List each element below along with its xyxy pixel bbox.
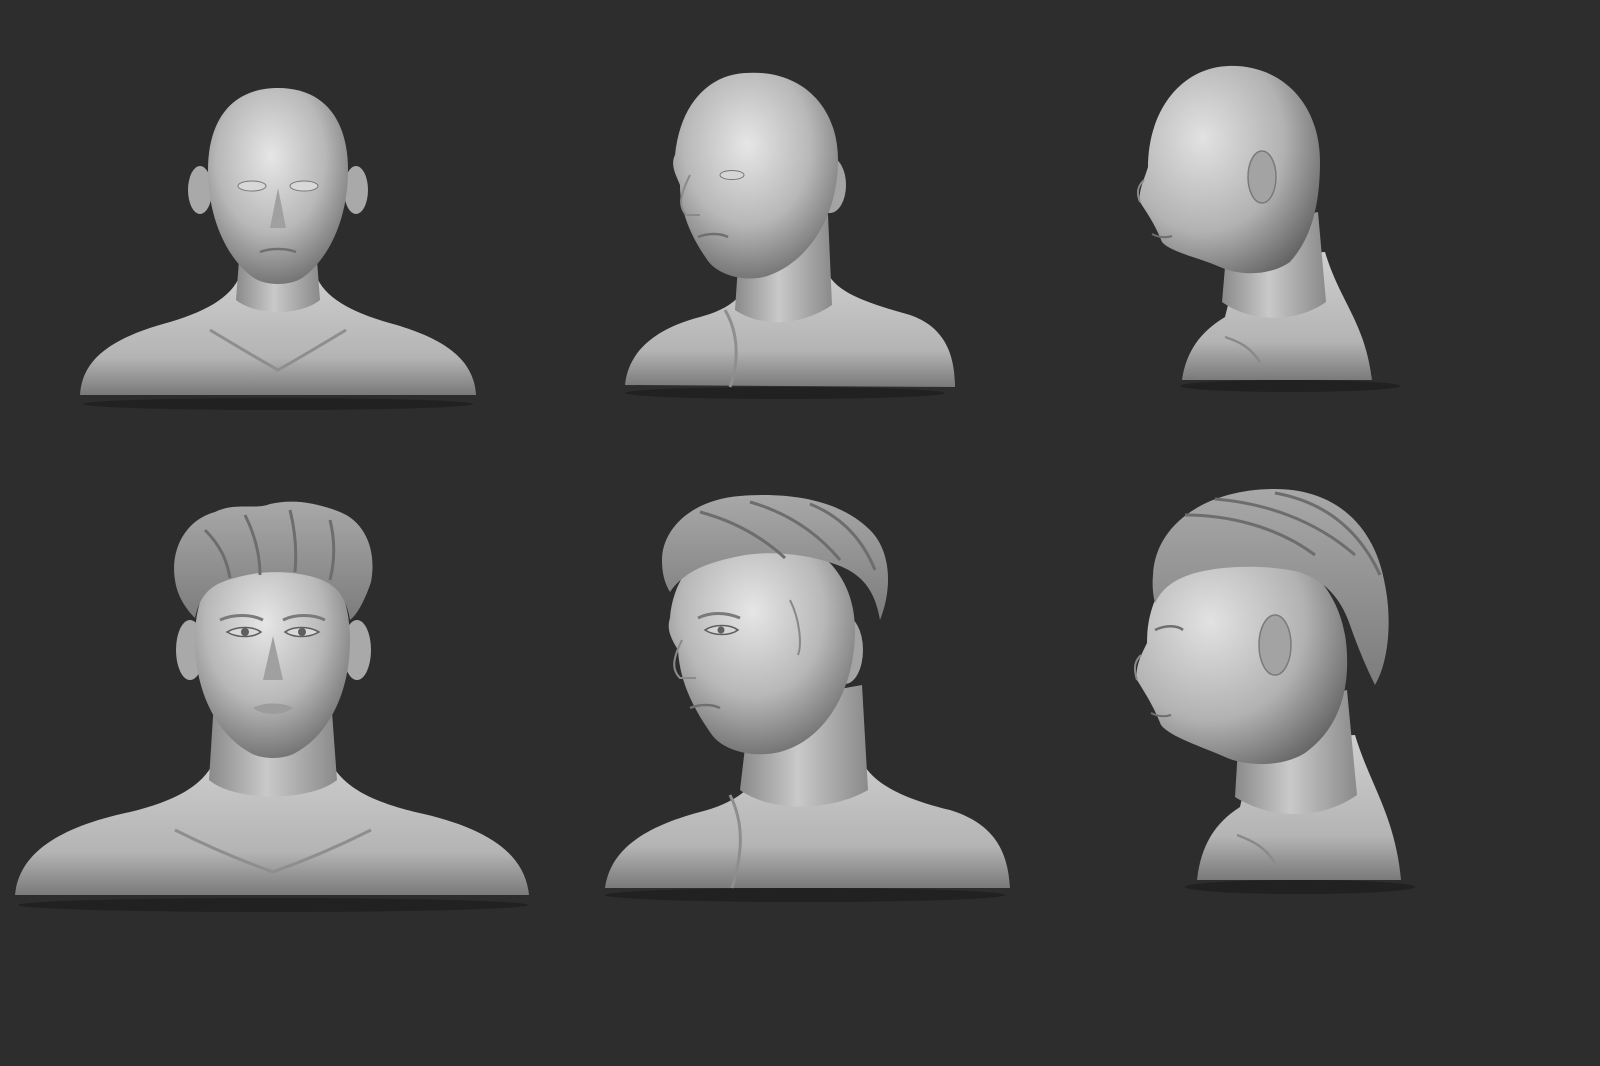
sculpt-viewport (0, 0, 1600, 1066)
hair-front-bust (15, 501, 529, 912)
bald-three-quarter-bust (625, 72, 955, 399)
bald-profile-bust (1136, 65, 1400, 392)
hair-three-quarter-bust (605, 495, 1010, 902)
bald-front-bust (80, 88, 476, 410)
hair-profile-bust (1133, 489, 1415, 894)
